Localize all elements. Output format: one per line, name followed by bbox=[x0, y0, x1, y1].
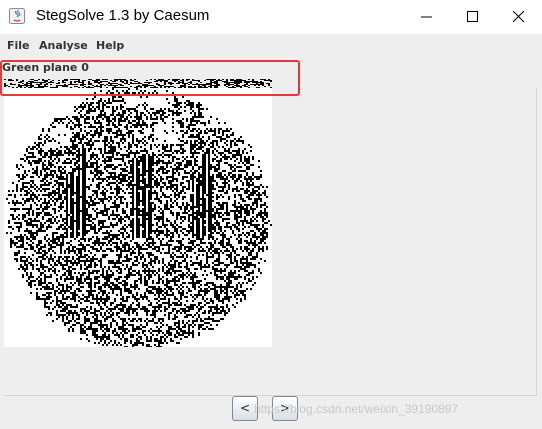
minimize-button[interactable] bbox=[404, 0, 450, 34]
red-annotation-box bbox=[0, 60, 300, 96]
menu-help[interactable]: Help bbox=[96, 39, 124, 52]
window-title: StegSolve 1.3 by Caesum bbox=[36, 7, 210, 24]
menu-analyse[interactable]: Analyse bbox=[39, 39, 88, 52]
close-button[interactable] bbox=[496, 0, 542, 34]
bit-plane-image bbox=[4, 88, 272, 347]
menu-file[interactable]: File bbox=[7, 39, 30, 52]
title-bar[interactable]: StegSolve 1.3 by Caesum bbox=[0, 0, 542, 34]
java-app-icon bbox=[9, 8, 25, 24]
close-icon bbox=[513, 11, 525, 23]
watermark-text: https://blog.csdn.net/weixin_39190897 bbox=[254, 402, 459, 416]
maximize-icon bbox=[467, 11, 478, 22]
minimize-icon bbox=[421, 16, 432, 18]
menu-bar: File Analyse Help bbox=[0, 34, 542, 56]
maximize-button[interactable] bbox=[450, 0, 496, 34]
content-area: Green plane 0 < > https://blog.csdn.net/… bbox=[0, 56, 542, 429]
stegsolve-window: StegSolve 1.3 by Caesum File Analyse Hel… bbox=[0, 0, 542, 429]
image-view-scrollpane[interactable] bbox=[4, 88, 537, 396]
